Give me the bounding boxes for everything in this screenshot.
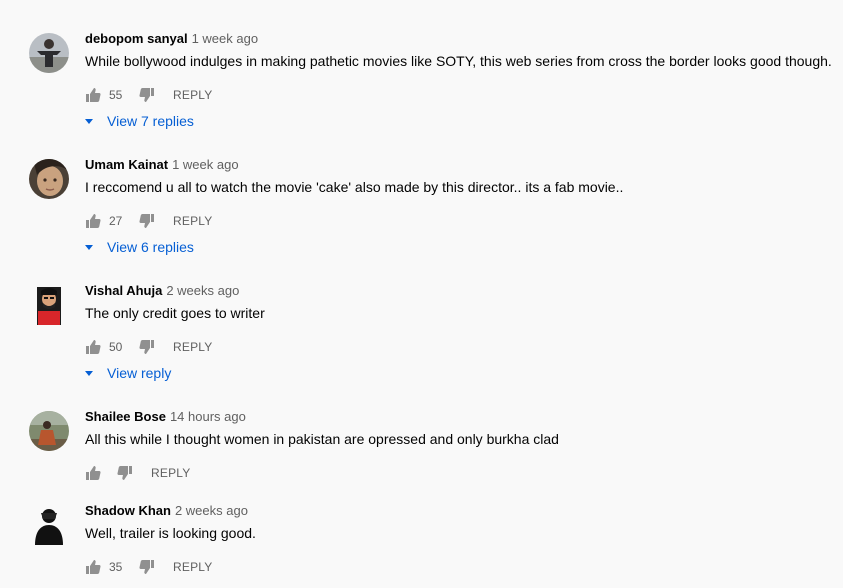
comment-time[interactable]: 2 weeks ago [166,283,239,298]
avatar[interactable] [29,505,69,545]
woman-outdoor-avatar-icon [29,411,69,451]
view-replies-button[interactable]: View 7 replies [85,113,194,129]
like-count: 50 [109,340,123,354]
comment-time[interactable]: 2 weeks ago [175,503,248,518]
avatar[interactable] [29,33,69,73]
thumbs-down-icon[interactable] [139,339,155,355]
comment-text: While bollywood indulges in making pathe… [85,53,832,69]
silhouette-avatar-icon [29,505,69,545]
comment-header: Shadow Khan 2 weeks ago [85,503,248,518]
like-count: 35 [109,560,123,574]
view-replies-label: View 6 replies [107,239,194,255]
avatar[interactable] [29,159,69,199]
reply-button[interactable]: REPLY [173,214,212,228]
like-count: 27 [109,214,123,228]
caret-down-icon [85,370,93,376]
comment-actions: REPLY [85,464,190,482]
reply-button[interactable]: REPLY [173,560,212,574]
thumbs-up-icon[interactable] [85,87,101,103]
author-name[interactable]: Vishal Ahuja [85,283,162,298]
face-avatar-icon [29,159,69,199]
author-name[interactable]: Umam Kainat [85,157,168,172]
comment-text: I reccomend u all to watch the movie 'ca… [85,179,624,195]
author-name[interactable]: debopom sanyal [85,31,188,46]
comment-actions: 35 REPLY [85,558,212,576]
comment-text: All this while I thought women in pakist… [85,431,559,447]
comment-time[interactable]: 1 week ago [172,157,239,172]
comment-header: Shailee Bose 14 hours ago [85,409,246,424]
person-standing-avatar-icon [29,33,69,73]
thumbs-down-icon[interactable] [139,213,155,229]
view-replies-label: View 7 replies [107,113,194,129]
thumbs-up-icon[interactable] [85,465,101,481]
comment-header: Umam Kainat 1 week ago [85,157,239,172]
thumbs-up-icon[interactable] [85,213,101,229]
like-count: 55 [109,88,123,102]
thumbs-up-icon[interactable] [85,339,101,355]
comment-actions: 50 REPLY [85,338,212,356]
comment-time[interactable]: 1 week ago [192,31,259,46]
reply-button[interactable]: REPLY [151,466,190,480]
avatar[interactable] [29,411,69,451]
caret-down-icon [85,244,93,250]
thumbs-up-icon[interactable] [85,559,101,575]
view-replies-label: View reply [107,365,172,381]
comment-text: Well, trailer is looking good. [85,525,256,541]
comment-actions: 27 REPLY [85,212,212,230]
comment-text: The only credit goes to writer [85,305,265,321]
avatar[interactable] [29,285,69,325]
view-replies-button[interactable]: View 6 replies [85,239,194,255]
comment-time[interactable]: 14 hours ago [170,409,246,424]
comment-header: Vishal Ahuja 2 weeks ago [85,283,239,298]
comment-actions: 55 REPLY [85,86,212,104]
view-replies-button[interactable]: View reply [85,365,171,381]
comment-header: debopom sanyal 1 week ago [85,31,258,46]
thumbs-down-icon[interactable] [139,87,155,103]
reply-button[interactable]: REPLY [173,340,212,354]
reply-button[interactable]: REPLY [173,88,212,102]
thumbs-down-icon[interactable] [117,465,133,481]
thumbs-down-icon[interactable] [139,559,155,575]
caret-down-icon [85,118,93,124]
author-name[interactable]: Shailee Bose [85,409,166,424]
cartoon-man-avatar-icon [29,285,69,325]
previous-replies-link-fragment[interactable] [110,0,170,2]
author-name[interactable]: Shadow Khan [85,503,171,518]
